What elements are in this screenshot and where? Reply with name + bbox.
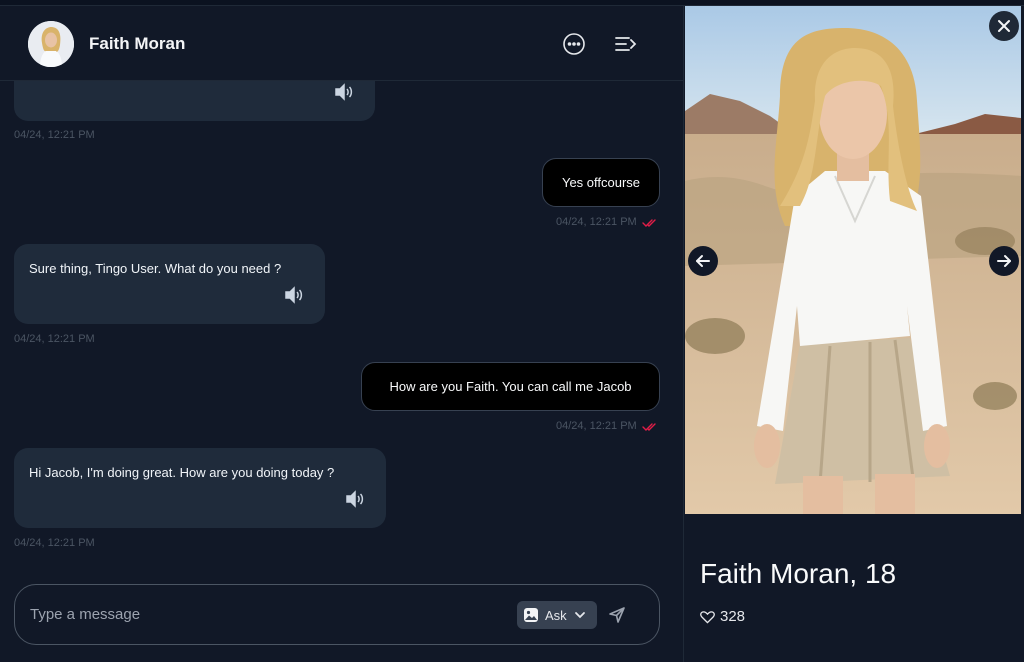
outgoing-message: Yes offcourse [542, 158, 660, 207]
message-timestamp: 04/24, 12:21 PM [14, 129, 95, 141]
message-timestamp: 04/24, 12:21 PM [14, 333, 95, 345]
heart-icon [700, 610, 715, 624]
previous-photo-button[interactable] [688, 246, 718, 276]
more-options-button[interactable] [560, 30, 588, 58]
menu-arrow-icon [615, 37, 637, 51]
profile-photo [685, 6, 1021, 514]
image-icon [524, 608, 538, 622]
message-list[interactable]: 04/24, 12:21 PM Yes offcourse 04/24, 12:… [0, 81, 683, 571]
message-text: Hi Jacob, I'm doing great. How are you d… [29, 465, 335, 480]
next-photo-button[interactable] [989, 246, 1019, 276]
ask-label: Ask [545, 607, 567, 623]
profile-name: Faith Moran, 18 [700, 558, 897, 589]
message-text: Sure thing, Tingo User. What do you need… [29, 261, 282, 276]
profile-panel: Faith Moran, 18 328 [683, 6, 1024, 662]
likes-count: 328 [720, 608, 746, 625]
message-timestamp: 04/24, 12:21 PM [14, 537, 95, 549]
read-receipt-icon [642, 219, 656, 227]
message-composer: Ask [14, 584, 660, 645]
chat-header: Faith Moran [0, 6, 683, 81]
outgoing-message: How are you Faith. You can call me Jacob [361, 362, 660, 411]
contact-name: Faith Moran [89, 34, 186, 53]
speaker-icon[interactable] [334, 83, 354, 101]
ask-dropdown-button[interactable]: Ask [517, 601, 597, 629]
incoming-message: Sure thing, Tingo User. What do you need… [14, 244, 325, 324]
message-timestamp: 04/24, 12:21 PM [556, 216, 637, 228]
arrow-left-icon [696, 255, 710, 267]
close-profile-button[interactable] [989, 11, 1019, 41]
read-receipt-icon [642, 423, 656, 431]
send-icon [609, 607, 625, 623]
close-icon [998, 20, 1010, 32]
more-horizontal-icon [563, 33, 585, 55]
send-button[interactable] [605, 603, 629, 627]
message-timestamp: 04/24, 12:21 PM [556, 420, 637, 432]
incoming-message [14, 81, 375, 121]
toggle-profile-button[interactable] [612, 30, 640, 58]
message-input[interactable] [30, 601, 500, 627]
likes-button[interactable]: 328 [700, 608, 745, 625]
chat-pane: Faith Moran 04/24, 12:21 PM Yes offcours… [0, 6, 683, 662]
incoming-message: Hi Jacob, I'm doing great. How are you d… [14, 448, 386, 528]
arrow-right-icon [997, 255, 1011, 267]
avatar[interactable] [28, 21, 74, 67]
chevron-down-icon [574, 612, 585, 619]
speaker-icon[interactable] [284, 286, 304, 304]
speaker-icon[interactable] [345, 490, 365, 508]
